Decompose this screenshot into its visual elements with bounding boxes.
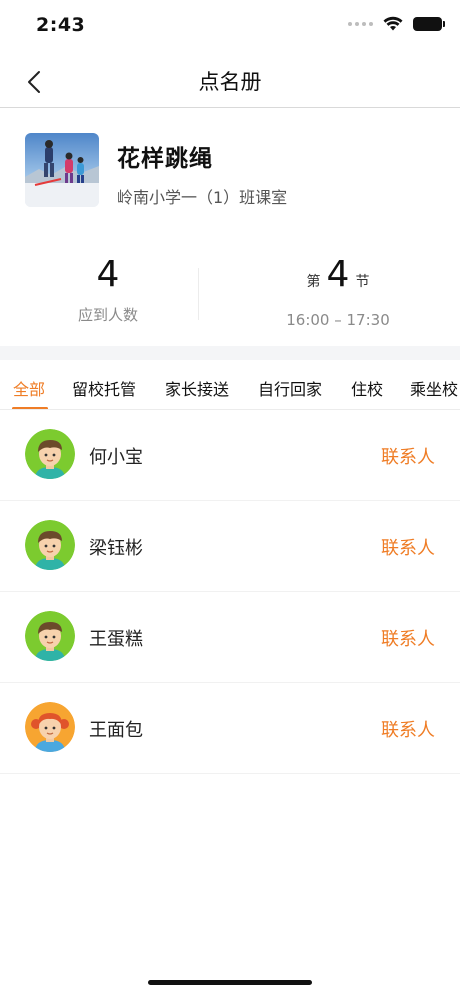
student-name: 何小宝 bbox=[89, 447, 143, 468]
tab-go-home-alone[interactable]: 自行回家 bbox=[258, 376, 322, 400]
lesson-prefix: 第 bbox=[306, 274, 321, 290]
home-indicator[interactable] bbox=[148, 980, 312, 985]
contact-button[interactable]: 联系人 bbox=[381, 716, 435, 742]
attendance-stats: 4 应到人数 第 4 节 16:00 – 17:30 bbox=[0, 236, 460, 346]
stats-divider bbox=[198, 268, 199, 320]
tab-school-bus[interactable]: 乘坐校 bbox=[410, 376, 458, 400]
tab-parent-pickup[interactable]: 家长接送 bbox=[165, 376, 229, 400]
student-name: 王面包 bbox=[89, 720, 143, 741]
list-item[interactable]: 梁钰彬 联系人 bbox=[0, 501, 460, 592]
course-thumbnail bbox=[25, 133, 99, 207]
boy-avatar-icon bbox=[25, 429, 75, 479]
expected-label: 应到人数 bbox=[77, 306, 138, 324]
girl-avatar-icon bbox=[25, 702, 75, 752]
battery-icon bbox=[413, 16, 445, 31]
contact-button[interactable]: 联系人 bbox=[381, 443, 435, 469]
list-item[interactable]: 何小宝 联系人 bbox=[0, 410, 460, 501]
expected-count: 4 bbox=[96, 254, 120, 295]
course-header: 花样跳绳 岭南小学一（1）班课室 bbox=[0, 108, 460, 236]
list-item[interactable]: 王蛋糕 联系人 bbox=[0, 592, 460, 683]
status-bar: 2:43 bbox=[0, 0, 460, 56]
student-list: 何小宝 联系人 梁钰彬 联系人 王蛋糕 联系人 王面包 联系人 bbox=[0, 410, 460, 774]
lesson-number-row: 第 4 节 bbox=[238, 254, 438, 303]
status-time: 2:43 bbox=[36, 14, 86, 36]
contact-button[interactable]: 联系人 bbox=[381, 534, 435, 560]
student-name: 梁钰彬 bbox=[89, 538, 143, 559]
expected-attendance: 4 应到人数 bbox=[8, 254, 208, 325]
lesson-number: 4 bbox=[326, 254, 350, 295]
lesson-suffix: 节 bbox=[355, 274, 370, 290]
lesson-info: 第 4 节 16:00 – 17:30 bbox=[238, 254, 438, 329]
cellular-signal-icon bbox=[348, 21, 373, 26]
boy-avatar-icon bbox=[25, 611, 75, 661]
contact-button[interactable]: 联系人 bbox=[381, 625, 435, 651]
pickup-type-tabs: 全部 留校托管 家长接送 自行回家 住校 乘坐校 bbox=[0, 360, 460, 410]
nav-bar: 点名册 bbox=[0, 56, 460, 108]
tab-after-school-care[interactable]: 留校托管 bbox=[72, 376, 136, 400]
tab-all[interactable]: 全部 bbox=[13, 376, 45, 400]
status-icons bbox=[348, 16, 445, 31]
list-item[interactable]: 王面包 联系人 bbox=[0, 683, 460, 774]
tab-boarding[interactable]: 住校 bbox=[351, 376, 383, 400]
boy-avatar-icon bbox=[25, 520, 75, 570]
student-name: 王蛋糕 bbox=[89, 629, 143, 650]
lesson-time: 16:00 – 17:30 bbox=[286, 311, 390, 329]
page-title: 点名册 bbox=[198, 70, 262, 94]
course-location: 岭南小学一（1）班课室 bbox=[117, 188, 288, 207]
wifi-icon bbox=[383, 16, 403, 31]
course-name: 花样跳绳 bbox=[117, 146, 213, 172]
section-separator bbox=[0, 346, 460, 360]
